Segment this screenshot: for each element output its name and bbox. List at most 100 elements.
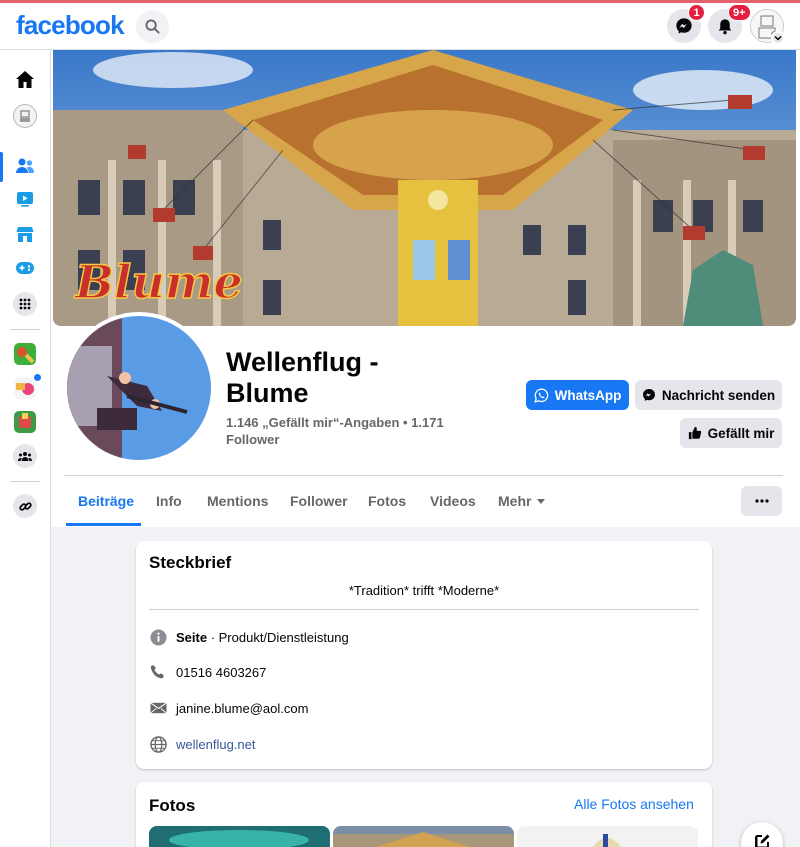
menu-grid-circle bbox=[13, 292, 37, 316]
photos-card-title: Fotos bbox=[149, 796, 196, 815]
rail-divider bbox=[10, 329, 40, 330]
page-title: Wellenflug - Blume bbox=[226, 347, 379, 408]
rail-shortcut-farm[interactable] bbox=[13, 410, 37, 434]
whatsapp-icon bbox=[533, 387, 548, 403]
messenger-button[interactable]: 1 bbox=[667, 4, 705, 43]
rail-shortcut-app[interactable] bbox=[13, 373, 42, 400]
more-dots-icon bbox=[754, 499, 769, 503]
intro-divider bbox=[149, 609, 699, 610]
info-row-phone: 01516 4603267 bbox=[149, 662, 266, 682]
phone-number[interactable]: 01516 4603267 bbox=[176, 665, 266, 680]
photos-card: Fotos Alle Fotos ansehen bbox=[136, 782, 712, 847]
top-navigation-bar: facebook 1 9+ bbox=[0, 3, 800, 50]
gamepad-icon bbox=[16, 262, 34, 274]
info-row-website: wellenflug.net bbox=[149, 734, 256, 754]
envelope-icon bbox=[149, 702, 167, 714]
rail-gaming[interactable] bbox=[13, 256, 37, 280]
bell-icon bbox=[718, 18, 732, 34]
phone-icon bbox=[150, 665, 164, 679]
new-message-button[interactable] bbox=[741, 822, 783, 847]
whatsapp-button-label: WhatsApp bbox=[554, 387, 622, 403]
new-activity-dot bbox=[33, 373, 42, 382]
photo-thumbnail-image bbox=[333, 826, 514, 847]
tab-follower[interactable]: Follower bbox=[290, 487, 348, 515]
links-circle bbox=[13, 494, 37, 518]
messenger-badge: 1 bbox=[688, 4, 705, 21]
info-icon bbox=[149, 628, 167, 646]
website-link[interactable]: wellenflug.net bbox=[176, 737, 256, 752]
rail-links[interactable] bbox=[13, 494, 37, 518]
friends-icon bbox=[16, 158, 34, 173]
search-icon bbox=[145, 19, 160, 34]
intro-card: Steckbrief *Tradition* trifft *Moderne* … bbox=[136, 541, 712, 769]
rail-profile[interactable] bbox=[13, 104, 37, 128]
phone-icon-wrap bbox=[149, 663, 167, 681]
notifications-button[interactable]: 9+ bbox=[708, 4, 751, 43]
home-icon bbox=[16, 70, 34, 88]
photo-thumbnail[interactable] bbox=[149, 826, 330, 847]
shortcut-farm-icon bbox=[14, 411, 36, 433]
rail-groups[interactable] bbox=[13, 444, 37, 468]
video-icon bbox=[17, 192, 33, 207]
rail-watch[interactable] bbox=[13, 187, 37, 211]
tab-mehr-label: Mehr bbox=[498, 493, 532, 509]
tab-beitraege[interactable]: Beiträge bbox=[78, 487, 134, 515]
account-menu-caret[interactable] bbox=[771, 31, 785, 45]
tab-info[interactable]: Info bbox=[156, 487, 182, 515]
send-message-button[interactable]: Nachricht senden bbox=[635, 380, 782, 410]
photo-thumbnail[interactable] bbox=[517, 826, 698, 847]
link-icon bbox=[18, 501, 32, 511]
left-navigation-rail bbox=[0, 50, 51, 847]
photo-thumbnail-image bbox=[517, 826, 698, 847]
cover-photo-image: Blume bbox=[53, 50, 796, 326]
page-bio: *Tradition* trifft *Moderne* bbox=[348, 583, 500, 598]
page-stats[interactable]: 1.146 „Gefällt mir“-Angaben • 1.171 Foll… bbox=[226, 414, 466, 448]
chevron-down-icon bbox=[774, 35, 782, 41]
send-message-label: Nachricht senden bbox=[661, 387, 776, 403]
search-button[interactable] bbox=[136, 10, 169, 43]
shortcut-game-icon bbox=[14, 343, 36, 365]
groups-icon bbox=[18, 452, 32, 461]
messenger-icon bbox=[676, 18, 692, 34]
tab-mentions[interactable]: Mentions bbox=[207, 487, 268, 515]
cover-photo[interactable]: Blume bbox=[53, 50, 796, 326]
more-options-button[interactable] bbox=[741, 486, 782, 516]
facebook-logo[interactable]: facebook bbox=[16, 10, 125, 41]
grid-menu-icon bbox=[19, 298, 31, 310]
notifications-badge: 9+ bbox=[728, 4, 751, 21]
avatar-sketch-icon bbox=[20, 110, 30, 122]
rail-divider bbox=[10, 481, 40, 482]
photo-thumbnail-image bbox=[149, 826, 330, 847]
rail-shortcut-game[interactable] bbox=[13, 342, 37, 366]
tab-videos[interactable]: Videos bbox=[430, 487, 476, 515]
rail-active-indicator bbox=[0, 152, 3, 182]
info-row-email: janine.blume@aol.com bbox=[149, 698, 308, 718]
tabs-divider bbox=[64, 475, 783, 476]
email-address[interactable]: janine.blume@aol.com bbox=[176, 701, 308, 716]
rail-marketplace[interactable] bbox=[13, 222, 37, 246]
tab-fotos[interactable]: Fotos bbox=[368, 487, 406, 515]
info-row-category: Seite · Produkt/Dienstleistung bbox=[149, 627, 349, 647]
whatsapp-button[interactable]: WhatsApp bbox=[526, 380, 629, 410]
thumbs-up-icon bbox=[688, 426, 701, 440]
globe-icon-wrap bbox=[149, 735, 167, 753]
envelope-icon-wrap bbox=[149, 699, 167, 717]
like-page-button[interactable]: Gefällt mir bbox=[680, 418, 782, 448]
like-button-label: Gefällt mir bbox=[707, 425, 775, 441]
category-value: · Produkt/Dienstleistung bbox=[207, 629, 349, 645]
info-icon-wrap bbox=[149, 628, 167, 646]
photo-thumbnail[interactable] bbox=[333, 826, 514, 847]
rail-home[interactable] bbox=[13, 67, 37, 91]
profile-avatar-small bbox=[13, 104, 37, 128]
see-all-photos-link[interactable]: Alle Fotos ansehen bbox=[574, 796, 694, 812]
intro-card-title: Steckbrief bbox=[149, 553, 232, 572]
rail-menu[interactable] bbox=[13, 292, 37, 316]
messenger-icon bbox=[642, 389, 655, 401]
caret-down-icon bbox=[537, 498, 546, 504]
rail-friends[interactable] bbox=[13, 154, 37, 178]
profile-picture[interactable] bbox=[67, 316, 211, 460]
tab-mehr[interactable]: Mehr bbox=[498, 487, 546, 515]
profile-picture-image bbox=[67, 316, 211, 460]
globe-icon bbox=[149, 735, 167, 753]
compose-icon bbox=[755, 834, 770, 847]
